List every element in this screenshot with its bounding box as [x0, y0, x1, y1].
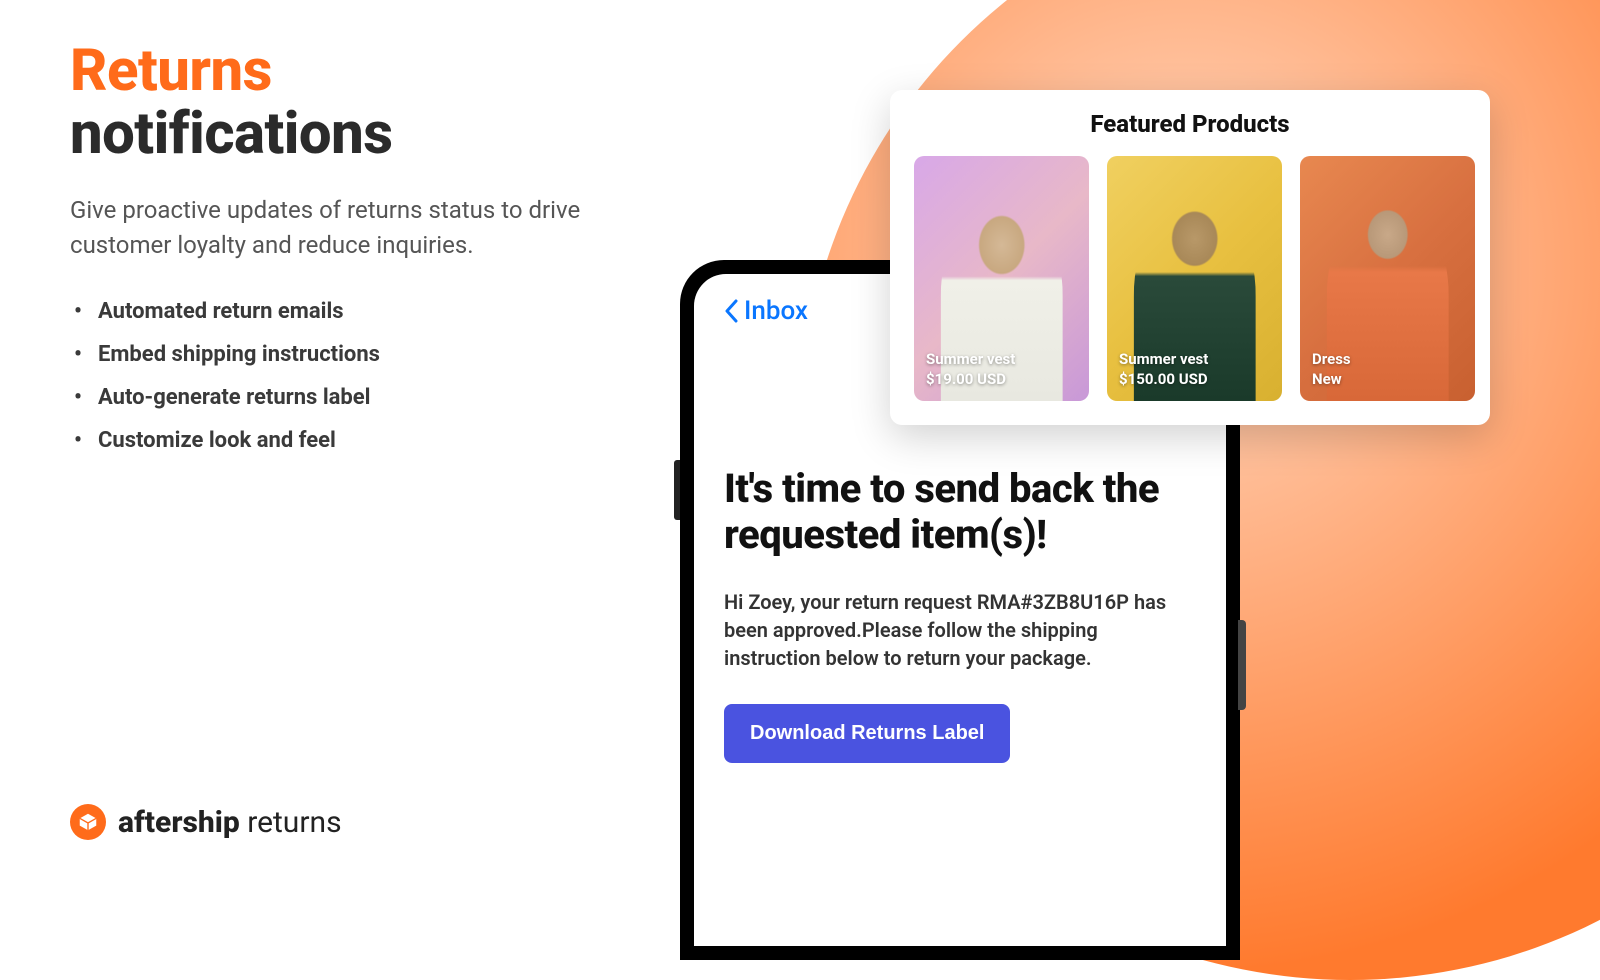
product-card[interactable]: Summer vest $150.00 USD: [1107, 156, 1282, 401]
aftership-icon: [70, 804, 106, 840]
brand-light: returns: [240, 805, 342, 840]
product-price: $19.00 USD: [926, 370, 1015, 390]
brand-bold: aftership: [118, 805, 240, 840]
feature-item: Embed shipping instructions: [70, 342, 590, 367]
brand-logo: aftership returns: [70, 804, 342, 840]
featured-products-card: Featured Products Summer vest $19.00 USD…: [890, 90, 1490, 425]
email-title: It's time to send back the requested ite…: [724, 466, 1196, 558]
product-row: Summer vest $19.00 USD Summer vest $150.…: [914, 156, 1466, 401]
product-price: $150.00 USD: [1119, 370, 1208, 390]
product-name: Dress: [1312, 350, 1351, 370]
title-accent: Returns: [70, 37, 272, 105]
inbox-label: Inbox: [744, 296, 808, 326]
product-label: Summer vest $150.00 USD: [1119, 350, 1208, 389]
product-label: Dress New: [1312, 350, 1351, 389]
product-card[interactable]: Dress New: [1300, 156, 1475, 401]
phone-side-button: [1238, 620, 1246, 710]
product-card[interactable]: Summer vest $19.00 USD: [914, 156, 1089, 401]
feature-item: Customize look and feel: [70, 428, 590, 453]
brand-text: aftership returns: [118, 805, 342, 840]
chevron-left-icon: [724, 299, 738, 323]
download-returns-label-button[interactable]: Download Returns Label: [724, 704, 1010, 763]
product-name: Summer vest: [1119, 350, 1208, 370]
hero-left-column: Returns notifications Give proactive upd…: [70, 40, 590, 471]
feature-list: Automated return emails Embed shipping i…: [70, 299, 590, 453]
feature-item: Automated return emails: [70, 299, 590, 324]
page-title: Returns notifications: [70, 40, 590, 165]
title-rest: notifications: [70, 100, 392, 168]
phone-side-button: [674, 460, 680, 520]
product-name: Summer vest: [926, 350, 1015, 370]
product-price: New: [1312, 370, 1351, 390]
product-label: Summer vest $19.00 USD: [926, 350, 1015, 389]
feature-item: Auto-generate returns label: [70, 385, 590, 410]
page-subtitle: Give proactive updates of returns status…: [70, 193, 590, 263]
email-body: Hi Zoey, your return request RMA#3ZB8U16…: [724, 588, 1196, 672]
featured-heading: Featured Products: [914, 110, 1466, 138]
